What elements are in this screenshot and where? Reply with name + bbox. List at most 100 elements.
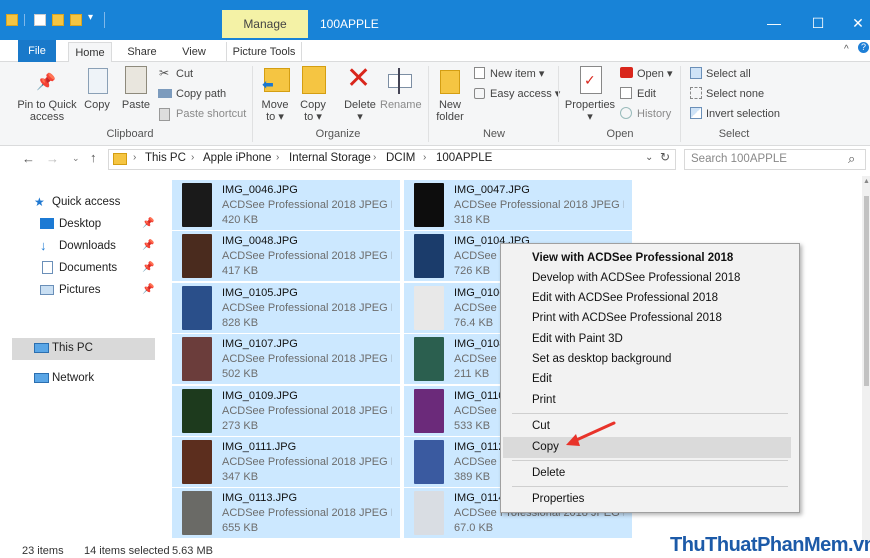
file-thumbnail xyxy=(414,337,444,382)
new-item-button[interactable]: New item ▾ xyxy=(490,67,544,81)
file-size: 389 KB xyxy=(454,471,491,483)
move-label-2: to ▾ xyxy=(266,111,284,123)
tab-picture-tools[interactable]: Picture Tools xyxy=(226,42,302,62)
nav-desktop[interactable]: Desktop xyxy=(59,218,101,230)
maximize-button[interactable]: ☐ xyxy=(796,10,840,36)
chevron-right-icon[interactable]: › xyxy=(191,152,194,163)
forward-icon[interactable]: → xyxy=(46,151,59,166)
scroll-up-icon[interactable]: ▲ xyxy=(863,178,870,185)
menu-item-delete[interactable]: Delete xyxy=(532,467,565,479)
refresh-icon[interactable]: ↻ xyxy=(660,150,670,164)
nav-this-pc[interactable]: This PC xyxy=(52,342,93,354)
menu-separator xyxy=(512,460,788,461)
menu-item-copy[interactable]: Copy xyxy=(532,441,559,453)
select-all-button[interactable]: Select all xyxy=(706,67,751,81)
chevron-right-icon[interactable]: › xyxy=(276,152,279,163)
file-type: ACDSee Professional 2018 JPEG I... xyxy=(222,507,392,520)
delete-button[interactable]: Delete ▾ xyxy=(340,99,380,123)
chevron-right-icon[interactable]: › xyxy=(423,152,426,163)
menu-item-edit-acdsee[interactable]: Edit with ACDSee Professional 2018 xyxy=(532,292,718,304)
copy-button[interactable]: Copy xyxy=(80,99,114,111)
breadcrumb-100apple[interactable]: 100APPLE xyxy=(436,152,492,164)
scrollbar-thumb[interactable] xyxy=(864,196,869,386)
rename-button[interactable]: Rename xyxy=(380,99,422,111)
up-icon[interactable]: ↑ xyxy=(90,150,97,165)
paste-button[interactable]: Paste xyxy=(118,99,154,111)
move-label-1: Move xyxy=(261,99,289,111)
search-icon[interactable]: ⌕ xyxy=(848,151,855,167)
edit-button[interactable]: Edit xyxy=(637,87,656,101)
menu-item-cut[interactable]: Cut xyxy=(532,420,550,432)
easy-access-button[interactable]: Easy access ▾ xyxy=(490,87,560,101)
copy-to-button[interactable]: Copy to ▾ xyxy=(296,99,330,123)
file-thumbnail xyxy=(182,234,212,279)
breadcrumb-internal-storage[interactable]: Internal Storage xyxy=(289,152,371,164)
file-tile[interactable]: IMG_0113.JPG ACDSee Professional 2018 JPE… xyxy=(172,488,400,539)
file-tile[interactable]: IMG_0107.JPG ACDSee Professional 2018 JPE… xyxy=(172,334,400,385)
new-folder-button[interactable]: New folder xyxy=(432,99,468,123)
history-button[interactable]: History xyxy=(637,107,671,121)
tab-view[interactable]: View xyxy=(174,42,214,62)
paste-shortcut-button[interactable]: Paste shortcut xyxy=(176,107,246,121)
pin-icon[interactable]: 📌 xyxy=(142,284,154,295)
properties-button[interactable]: Properties ▾ xyxy=(562,99,618,123)
copy-to-icon xyxy=(302,66,326,94)
file-size: 726 KB xyxy=(454,265,491,278)
recent-dropdown-icon[interactable]: ⌄ xyxy=(72,153,80,164)
check-icon: ✓ xyxy=(584,72,596,88)
qa-folder2-icon[interactable] xyxy=(70,14,82,26)
copy-path-button[interactable]: Copy path xyxy=(176,87,226,101)
file-size: 502 KB xyxy=(222,368,259,381)
qa-dropdown-icon[interactable]: ▾ xyxy=(88,12,93,23)
menu-item-desktop-bg[interactable]: Set as desktop background xyxy=(532,353,671,365)
nav-quick-access[interactable]: Quick access xyxy=(52,196,120,208)
edit-icon xyxy=(620,87,632,99)
menu-item-paint3d[interactable]: Edit with Paint 3D xyxy=(532,333,623,345)
menu-item-develop[interactable]: Develop with ACDSee Professional 2018 xyxy=(532,272,740,284)
pin-to-quick-access-button[interactable]: Pin to Quick access xyxy=(14,99,80,123)
properties-qa-icon[interactable] xyxy=(34,14,46,26)
manage-tab[interactable]: Manage xyxy=(222,10,308,38)
chevron-right-icon[interactable]: › xyxy=(133,152,136,163)
tab-home[interactable]: Home xyxy=(68,42,112,63)
close-button[interactable]: ✕ xyxy=(836,10,870,36)
menu-item-edit[interactable]: Edit xyxy=(532,373,552,385)
collapse-ribbon-icon[interactable]: ^ xyxy=(844,44,849,55)
minimize-button[interactable]: — xyxy=(752,10,796,36)
nav-pictures[interactable]: Pictures xyxy=(59,284,101,296)
file-tile[interactable]: IMG_0048.JPG ACDSee Professional 2018 JPE… xyxy=(172,231,400,282)
nav-network[interactable]: Network xyxy=(52,372,94,384)
clipboard-group-label: Clipboard xyxy=(106,128,154,140)
chevron-right-icon[interactable]: › xyxy=(373,152,376,163)
address-dropdown-icon[interactable]: ⌄ xyxy=(645,152,653,163)
new-folder-qa-icon[interactable] xyxy=(52,14,64,26)
menu-item-view-acdsee[interactable]: View with ACDSee Professional 2018 xyxy=(532,252,733,264)
nav-downloads[interactable]: Downloads xyxy=(59,240,116,252)
tab-share[interactable]: Share xyxy=(122,42,162,62)
help-icon[interactable]: ? xyxy=(858,42,869,53)
breadcrumb-apple-iphone[interactable]: Apple iPhone xyxy=(203,152,271,164)
pin-icon[interactable]: 📌 xyxy=(142,240,154,251)
file-tile[interactable]: IMG_0046.JPG ACDSee Professional 2018 JPE… xyxy=(172,180,400,230)
file-tile[interactable]: IMG_0047.JPG ACDSee Professional 2018 JPE… xyxy=(404,180,632,230)
move-to-button[interactable]: Move to ▾ xyxy=(258,99,292,123)
menu-item-properties[interactable]: Properties xyxy=(532,493,584,505)
file-type: ACDSee Professional 2018 JPEG I... xyxy=(222,250,392,263)
invert-selection-button[interactable]: Invert selection xyxy=(706,107,780,121)
menu-item-print[interactable]: Print xyxy=(532,394,556,406)
pin-icon[interactable]: 📌 xyxy=(142,262,154,273)
back-icon[interactable]: ← xyxy=(22,151,35,166)
file-tile[interactable]: IMG_0109.JPG ACDSee Professional 2018 JPE… xyxy=(172,385,400,436)
select-none-button[interactable]: Select none xyxy=(706,87,764,101)
file-tile[interactable]: IMG_0111.JPG ACDSee Professional 2018 JPE… xyxy=(172,437,400,487)
file-tile[interactable]: IMG_0105.JPG ACDSee Professional 2018 JPE… xyxy=(172,282,400,333)
menu-item-print-acdsee[interactable]: Print with ACDSee Professional 2018 xyxy=(532,312,722,324)
open-button[interactable]: Open ▾ xyxy=(637,67,673,81)
pin-icon[interactable]: 📌 xyxy=(142,218,154,229)
cut-button[interactable]: Cut xyxy=(176,67,193,81)
file-thumbnail xyxy=(414,285,444,330)
breadcrumb-this-pc[interactable]: This PC xyxy=(145,152,186,164)
breadcrumb-dcim[interactable]: DCIM xyxy=(386,152,415,164)
nav-documents[interactable]: Documents xyxy=(59,262,117,274)
tab-file[interactable]: File xyxy=(18,40,56,62)
